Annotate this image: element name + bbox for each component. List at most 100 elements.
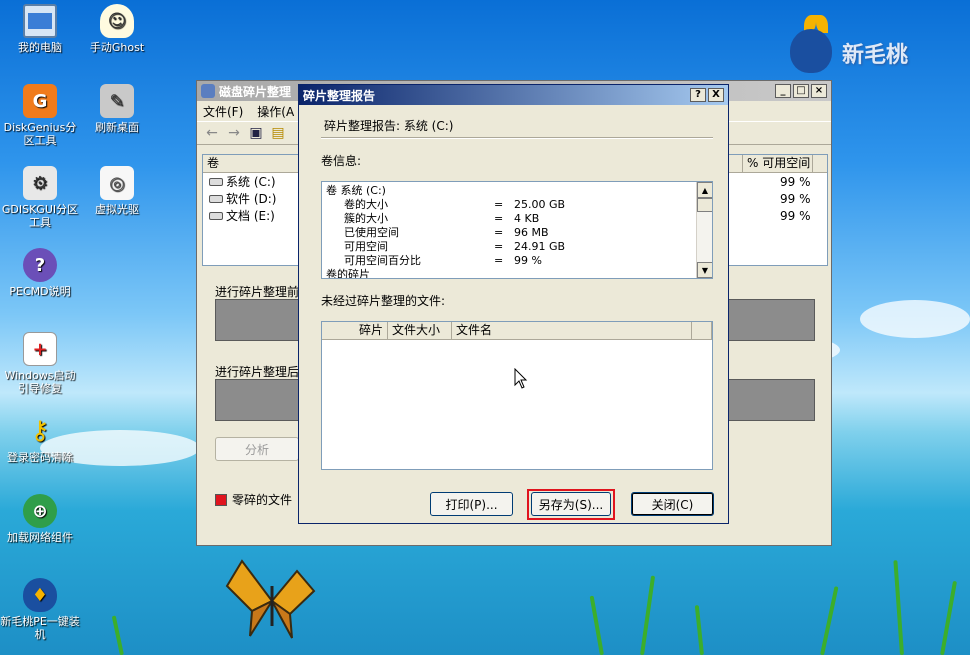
dialog-close-button[interactable]: X	[708, 88, 724, 102]
icon-label: PECMD说明	[9, 285, 71, 298]
info-row: 已使用空间 = 96 MB	[326, 226, 712, 240]
volume-free: 99 %	[780, 174, 811, 189]
info-eq: =	[494, 198, 504, 211]
icon-label: 手动Ghost	[89, 41, 145, 54]
grass	[940, 580, 957, 655]
peach-icon	[790, 29, 832, 73]
volume-free: 99 %	[780, 191, 811, 206]
ghost-icon: ☺	[100, 4, 134, 38]
grass	[640, 575, 656, 655]
grass	[589, 595, 604, 655]
info-value: 24.91 GB	[514, 240, 566, 253]
key-icon: ⚷	[30, 415, 50, 446]
info-key: 卷 系统 (C:)	[326, 184, 386, 197]
desktop-icon-installer[interactable]: ♦ 新毛桃PE一键装机	[0, 578, 80, 641]
scroll-down-icon[interactable]: ▼	[697, 262, 712, 278]
help-icon: ?	[23, 248, 57, 282]
dialog-titlebar[interactable]: 碎片整理报告 ? X	[299, 85, 728, 105]
sky-cloud	[860, 300, 970, 338]
icon-label: 新毛桃PE一键装机	[0, 615, 80, 641]
virtual-drive-icon: ◎	[100, 166, 134, 200]
info-eq: =	[494, 212, 504, 225]
analyze-button[interactable]: 分析	[215, 437, 299, 461]
dialog-title: 碎片整理报告	[303, 88, 376, 103]
back-icon[interactable]: ←	[203, 125, 221, 141]
fragmented-files-list[interactable]: 碎片 文件大小 文件名	[321, 321, 713, 470]
legend: 零碎的文件	[215, 491, 292, 508]
drive-icon	[209, 211, 223, 220]
menu-action[interactable]: 操作(A	[257, 103, 294, 120]
close-button[interactable]: ×	[811, 84, 827, 98]
grass	[111, 615, 124, 655]
info-row: 卷的大小 = 25.00 GB	[326, 198, 712, 212]
info-row: 可用空间百分比 = 99 %	[326, 254, 712, 268]
desktop-icon-pecmd[interactable]: ? PECMD说明	[0, 248, 80, 298]
menu-file[interactable]: 文件(F)	[203, 103, 243, 120]
dialog-close-action-button[interactable]: 关闭(C)	[631, 492, 714, 516]
desktop-icon-network[interactable]: ⊕ 加载网络组件	[0, 494, 80, 544]
info-value: 25.00 GB	[514, 198, 566, 211]
desktop-icon-manual-ghost[interactable]: ☺ 手动Ghost	[77, 4, 157, 54]
info-key: 可用空间	[344, 240, 388, 253]
column-file-size[interactable]: 文件大小	[388, 322, 452, 339]
info-key: 簇的大小	[344, 212, 388, 225]
before-label: 进行碎片整理前	[215, 285, 300, 299]
column-fragments[interactable]: 碎片	[322, 322, 388, 339]
desktop-icon-password-clear[interactable]: ⚷ 登录密码清除	[0, 414, 80, 465]
desktop-icon-my-computer[interactable]: 我的电脑	[0, 4, 80, 54]
minimize-button[interactable]: _	[775, 84, 791, 98]
network-icon: ⊕	[23, 494, 57, 528]
gdiskgui-icon: ⚙	[23, 166, 57, 200]
divider	[321, 137, 713, 139]
info-row: 卷的碎片	[326, 268, 712, 278]
desktop-icon-boot-repair[interactable]: + Windows启动引导修复	[0, 332, 80, 395]
icon-label: 我的电脑	[18, 41, 62, 54]
info-eq: =	[494, 254, 504, 267]
brand-logo: 新毛桃	[790, 15, 930, 75]
info-eq: =	[494, 240, 504, 253]
computer-icon	[23, 4, 57, 38]
desktop-icon-gdiskgui[interactable]: ⚙ GDISKGUI分区工具	[0, 166, 80, 229]
brand-name: 新毛桃	[842, 43, 909, 68]
scroll-up-icon[interactable]: ▲	[697, 182, 712, 198]
info-value: 96 MB	[514, 226, 549, 239]
icon-label: GDISKGUI分区工具	[1, 203, 79, 229]
icon-label: DiskGenius分区工具	[3, 121, 77, 147]
volume-info-box[interactable]: 卷 系统 (C:) 卷的大小 = 25.00 GB 簇的大小 = 4 KB 已使…	[321, 181, 713, 279]
save-as-button[interactable]: 另存为(S)...	[531, 492, 611, 516]
drive-icon	[209, 177, 223, 186]
forward-icon[interactable]: →	[225, 125, 243, 141]
scroll-thumb[interactable]	[697, 198, 712, 212]
volume-info-label: 卷信息:	[321, 154, 362, 168]
info-value: 99 %	[514, 254, 542, 267]
column-file-name[interactable]: 文件名	[452, 322, 692, 339]
help-button[interactable]: ?	[690, 88, 706, 102]
installer-icon: ♦	[23, 578, 57, 612]
column-free-pct[interactable]: % 可用空间	[743, 155, 813, 172]
maximize-button[interactable]: □	[793, 84, 809, 98]
icon-label: 虚拟光驱	[95, 203, 139, 216]
grass	[820, 586, 839, 655]
after-label: 进行碎片整理后	[215, 365, 300, 379]
info-row: 可用空间 = 24.91 GB	[326, 240, 712, 254]
icon-label: 刷新桌面	[95, 121, 139, 134]
icon-label: 登录密码清除	[7, 451, 73, 464]
app-icon	[201, 84, 215, 98]
column-blank	[692, 322, 712, 339]
grass	[694, 605, 704, 655]
info-value: 4 KB	[514, 212, 540, 225]
view-icon[interactable]: ▣	[247, 125, 265, 141]
files-list-header: 碎片 文件大小 文件名	[322, 322, 712, 340]
refresh-desktop-icon: ✎	[100, 84, 134, 118]
butterfly-icon	[225, 559, 316, 639]
desktop-icon-diskgenius[interactable]: G DiskGenius分区工具	[0, 84, 80, 147]
legend-swatch	[215, 493, 227, 506]
legend-label: 零碎的文件	[232, 493, 293, 507]
folder-icon[interactable]: ▤	[269, 125, 287, 141]
icon-label: 加载网络组件	[7, 531, 73, 544]
diskgenius-icon: G	[23, 84, 57, 118]
vertical-scrollbar[interactable]: ▲ ▼	[696, 182, 712, 278]
desktop-icon-refresh[interactable]: ✎ 刷新桌面	[77, 84, 157, 134]
print-button[interactable]: 打印(P)...	[430, 492, 513, 516]
desktop-icon-virtual-drive[interactable]: ◎ 虚拟光驱	[77, 166, 157, 216]
